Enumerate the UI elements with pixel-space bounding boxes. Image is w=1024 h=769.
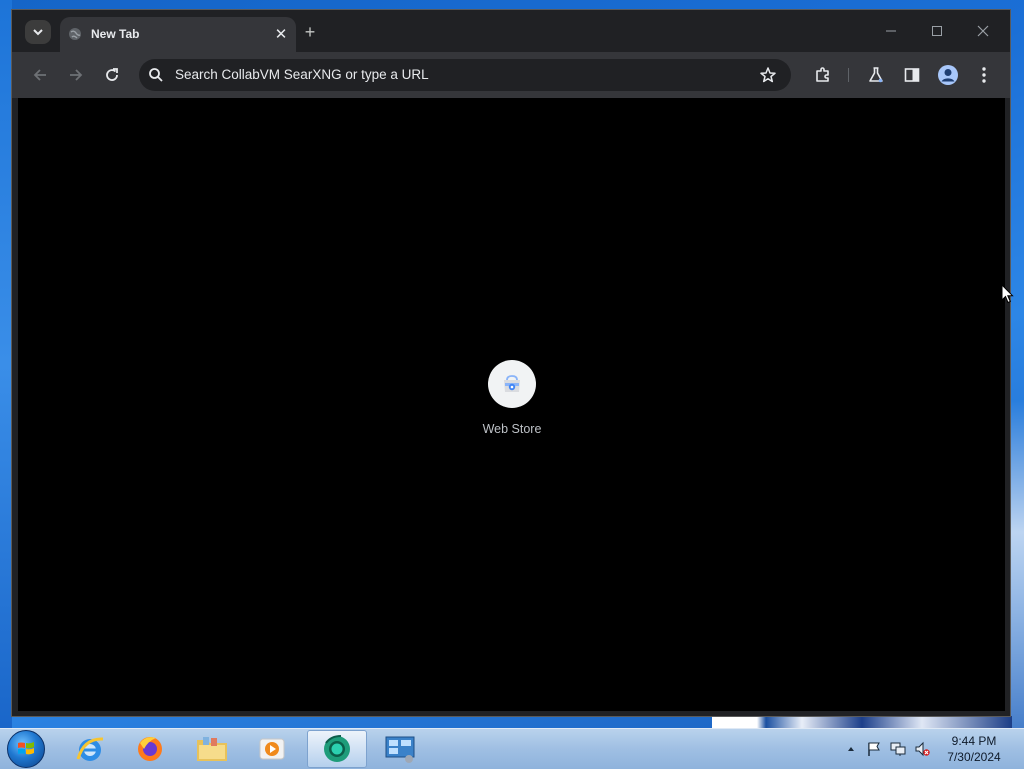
- reload-icon: [106, 68, 118, 81]
- shortcut-label: Web Store: [482, 422, 542, 436]
- more-vert-icon: [982, 67, 986, 83]
- globe-icon: [69, 28, 81, 40]
- labs-button[interactable]: [864, 63, 888, 87]
- network-tray[interactable]: [890, 741, 906, 757]
- show-hidden-icons-button[interactable]: [843, 741, 859, 757]
- clock-time: 9:44 PM: [951, 734, 997, 748]
- maximize-button[interactable]: [922, 20, 952, 42]
- mouse-pointer-icon: [1001, 284, 1014, 304]
- menu-button[interactable]: [972, 63, 996, 87]
- tab-strip: New Tab ✕ +: [12, 10, 1010, 52]
- side-panel-icon: [904, 68, 920, 82]
- toolbar-divider: [848, 68, 849, 82]
- taskbar: 9:44 PM 7/30/2024: [0, 728, 1024, 769]
- plus-icon: +: [304, 21, 316, 42]
- omnibox[interactable]: Search CollabVM SearXNG or type a URL: [139, 59, 791, 91]
- puzzle-icon: [816, 67, 829, 82]
- tab-title: New Tab: [91, 27, 140, 41]
- chevron-up-icon: [848, 747, 854, 751]
- minimize-icon: [886, 30, 896, 32]
- arrow-left-icon: [33, 69, 46, 81]
- reload-button[interactable]: [100, 63, 124, 87]
- maximize-icon: [932, 26, 942, 36]
- system-clock[interactable]: 9:44 PM 7/30/2024: [940, 733, 1008, 765]
- control-panel-icon: [385, 736, 415, 763]
- media-player-icon: [259, 738, 285, 760]
- side-panel-button[interactable]: [900, 63, 924, 87]
- arrow-right-icon: [70, 69, 83, 81]
- clock-date: 7/30/2024: [947, 750, 1001, 764]
- folder-icon: [197, 737, 227, 761]
- taskbar-file-explorer[interactable]: [184, 730, 240, 768]
- flag-icon: [868, 742, 880, 756]
- taskbar-control-panel[interactable]: [372, 730, 428, 768]
- volume-tray[interactable]: [914, 741, 930, 757]
- bookmark-star-icon[interactable]: [759, 66, 777, 84]
- back-button[interactable]: [28, 63, 52, 87]
- tab-close-button[interactable]: ✕: [272, 25, 290, 43]
- profile-button[interactable]: [936, 63, 960, 87]
- search-icon: [149, 68, 163, 82]
- tab-search-button[interactable]: [25, 20, 51, 44]
- close-icon: [977, 25, 989, 37]
- web-store-icon: [504, 375, 520, 392]
- omnibox-input[interactable]: Search CollabVM SearXNG or type a URL: [175, 59, 735, 91]
- close-window-button[interactable]: [968, 20, 998, 42]
- new-tab-button[interactable]: +: [300, 22, 320, 42]
- chrome-icon: [324, 735, 350, 762]
- forward-button[interactable]: [64, 63, 88, 87]
- internet-explorer-icon: [76, 737, 104, 761]
- browser-toolbar: Search CollabVM SearXNG or type a URL: [12, 52, 1010, 98]
- start-button[interactable]: [7, 730, 45, 768]
- avatar-icon: [938, 65, 958, 85]
- volume-muted-icon: [915, 741, 930, 757]
- taskbar-firefox[interactable]: [122, 730, 178, 768]
- windows-logo-icon: [18, 742, 34, 755]
- extensions-button[interactable]: [811, 63, 835, 87]
- action-center-tray[interactable]: [866, 741, 882, 757]
- tab-new-tab[interactable]: New Tab ✕: [60, 17, 296, 52]
- shortcut-web-store[interactable]: Web Store: [472, 360, 552, 450]
- network-icon: [890, 742, 906, 756]
- desktop-wallpaper-strip: [712, 716, 1012, 728]
- new-tab-page: Web Store: [18, 98, 1014, 711]
- taskbar-chrome[interactable]: [307, 730, 367, 768]
- minimize-button[interactable]: [876, 20, 906, 42]
- taskbar-media-player[interactable]: [244, 730, 300, 768]
- flask-icon: [869, 67, 883, 83]
- firefox-icon: [138, 737, 162, 761]
- shortcut-tile: [488, 360, 536, 408]
- taskbar-internet-explorer[interactable]: [62, 730, 118, 768]
- browser-window: New Tab ✕ + Search CollabVM SearXNG or t…: [11, 9, 1014, 717]
- close-icon: ✕: [274, 26, 288, 43]
- chevron-down-icon: [33, 29, 43, 36]
